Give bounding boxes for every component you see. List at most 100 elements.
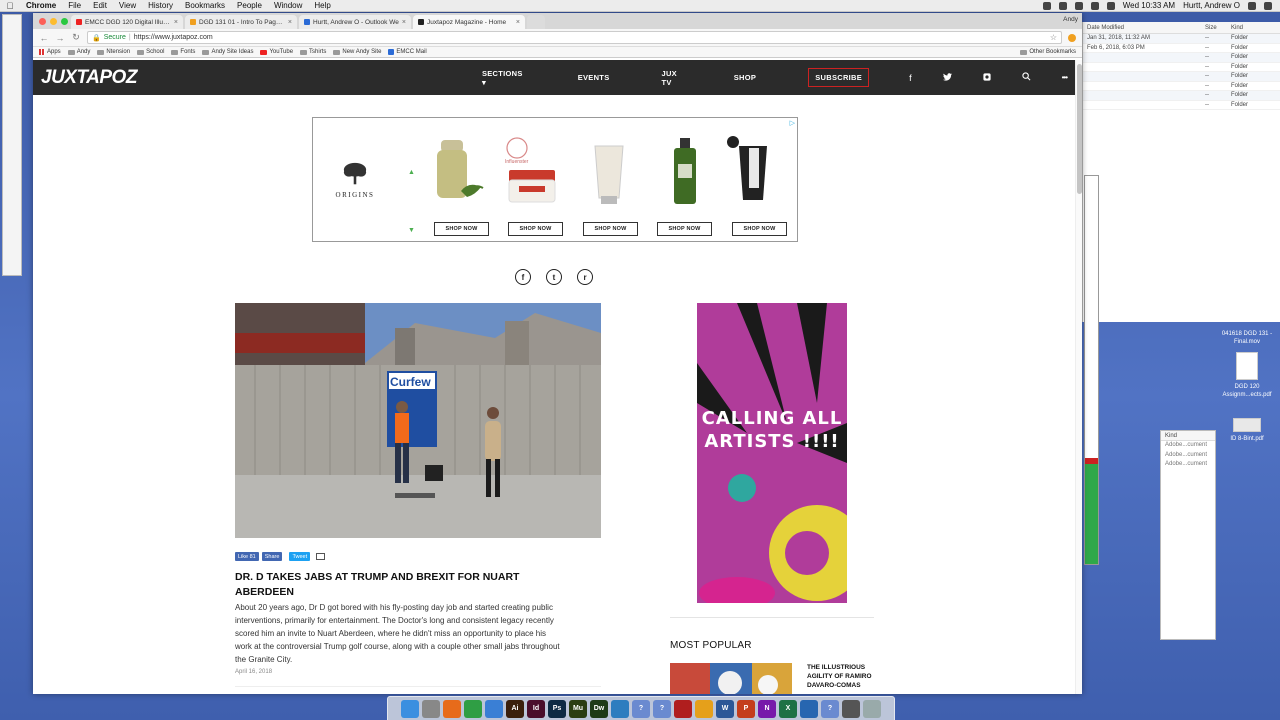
column-date-modified[interactable]: Date Modified [1083, 25, 1201, 31]
finder-row[interactable]: Adobe...cument [1161, 451, 1215, 461]
bookmark-folder[interactable]: Tshirts [300, 49, 326, 55]
trash-icon[interactable] [863, 699, 881, 718]
excel-icon[interactable]: X [779, 699, 797, 718]
dreamweaver-icon[interactable]: Dw [590, 699, 608, 718]
desktop-file-pdf[interactable]: DGD 120 Assignm...ects.pdf [1212, 352, 1280, 399]
bookmark-folder[interactable]: Ntension [97, 49, 130, 55]
instagram-icon[interactable] [982, 72, 991, 83]
ad-carousel-arrows[interactable]: ▲ ▼ [408, 144, 415, 260]
scrollbar-thumb[interactable] [1077, 64, 1082, 194]
menu-bookmarks[interactable]: Bookmarks [179, 1, 231, 10]
address-bar[interactable]: 🔒 Secure | https://www.juxtapoz.com ☆ [87, 31, 1062, 44]
shop-now-button[interactable]: SHOP NOW [508, 222, 563, 236]
preview-icon[interactable] [611, 699, 629, 718]
menu-people[interactable]: People [231, 1, 268, 10]
help-icon[interactable]: ? [653, 699, 671, 718]
help-icon[interactable]: ? [632, 699, 650, 718]
finder-row[interactable]: -- Folder [1083, 82, 1280, 91]
finder-kind-window[interactable]: Kind Adobe...cument Adobe...cument Adobe… [1160, 430, 1216, 640]
finder-row[interactable]: -- Folder [1083, 91, 1280, 101]
finder-row[interactable]: -- Folder [1083, 101, 1280, 110]
menu-file[interactable]: File [62, 1, 87, 10]
more-menu-icon[interactable]: ••• [1062, 73, 1068, 82]
column-kind[interactable]: Kind [1161, 431, 1215, 441]
close-tab-icon[interactable]: × [174, 19, 178, 26]
column-kind[interactable]: Kind [1227, 25, 1247, 31]
twitter-share-icon[interactable]: t [546, 269, 562, 285]
browser-tab-active[interactable]: Juxtapoz Magazine - Home × [413, 15, 525, 29]
muse-icon[interactable]: Mu [569, 699, 587, 718]
background-window-strip[interactable] [1084, 175, 1099, 565]
apple-menu-icon[interactable]:  [0, 1, 20, 11]
finder-row[interactable]: Feb 6, 2018, 6:03 PM -- Folder [1083, 44, 1280, 53]
bookmark-folder[interactable]: School [137, 49, 164, 55]
menu-view[interactable]: View [113, 1, 142, 10]
finder-row[interactable]: -- Folder [1083, 72, 1280, 82]
photos-icon[interactable] [695, 699, 713, 718]
bookmark-folder[interactable]: Andy [67, 49, 90, 55]
word-icon[interactable]: W [716, 699, 734, 718]
shop-now-button[interactable]: SHOP NOW [657, 222, 712, 236]
onenote-icon[interactable]: N [758, 699, 776, 718]
facebook-share-button[interactable]: Share [261, 552, 283, 561]
shop-now-button[interactable]: SHOP NOW [434, 222, 489, 236]
reddit-share-icon[interactable]: r [577, 269, 593, 285]
search-icon[interactable] [1021, 72, 1031, 83]
new-tab-button[interactable] [527, 15, 545, 29]
minimize-window-icon[interactable] [50, 18, 57, 25]
shop-now-button[interactable]: SHOP NOW [732, 222, 787, 236]
screenshot-icon[interactable] [842, 699, 860, 718]
menu-user[interactable]: Hurtt, Andrew O [1183, 1, 1240, 10]
extension-icon[interactable] [1068, 33, 1076, 42]
ad-product-cream[interactable]: Influenster [503, 136, 558, 208]
bookmark-apps[interactable]: Apps [39, 49, 61, 55]
email-share-icon[interactable] [316, 553, 326, 560]
finder-row[interactable]: Adobe...cument [1161, 460, 1215, 470]
menu-window[interactable]: Window [268, 1, 308, 10]
menu-app-name[interactable]: Chrome [20, 1, 62, 10]
sidebar-ad[interactable]: CALLING ALL ARTISTS !!!! [697, 303, 847, 603]
close-tab-icon[interactable]: × [516, 19, 520, 26]
notification-center-icon[interactable] [1264, 1, 1272, 10]
bookmark-emcc-mail[interactable]: EMCC Mail [388, 49, 427, 55]
other-bookmarks[interactable]: Other Bookmarks [1020, 49, 1076, 55]
ad-product-jar[interactable] [431, 136, 486, 208]
finder-list-window[interactable]: Date Modified Size Kind Jan 31, 2018, 11… [1082, 22, 1280, 322]
ad-product-bottle[interactable] [658, 136, 713, 208]
nav-shop[interactable]: SHOP [734, 73, 756, 82]
cloud-icon[interactable] [485, 699, 503, 718]
back-icon[interactable]: ← [39, 33, 49, 43]
powerpoint-icon[interactable]: P [737, 699, 755, 718]
help-icon[interactable]: ? [821, 699, 839, 718]
menu-clock[interactable]: Wed 10:33 AM [1123, 1, 1175, 10]
bookmark-folder[interactable]: New Andy Site [333, 49, 381, 55]
menu-edit[interactable]: Edit [87, 1, 113, 10]
nav-events[interactable]: EVENTS [578, 73, 610, 82]
bookmark-youtube[interactable]: YouTube [260, 49, 293, 55]
popular-article-title[interactable]: THE ILLUSTRIOUS AGILITY OF RAMIRO DAVARO… [807, 663, 887, 690]
close-tab-icon[interactable]: × [402, 19, 406, 26]
close-window-icon[interactable] [39, 18, 46, 25]
firefox-icon[interactable] [443, 699, 461, 718]
status-menu-icon[interactable] [1058, 1, 1067, 10]
shop-now-button[interactable]: SHOP NOW [583, 222, 638, 236]
bookmark-folder[interactable]: Andy Site Ideas [202, 49, 253, 55]
launchpad-icon[interactable] [422, 699, 440, 718]
menu-help[interactable]: Help [308, 1, 336, 10]
twitter-icon[interactable] [942, 72, 952, 83]
reload-icon[interactable]: ↻ [71, 32, 81, 43]
search-icon[interactable] [1248, 1, 1256, 10]
acrobat-icon[interactable] [674, 699, 692, 718]
nav-juxtv[interactable]: JUX TV [662, 69, 682, 87]
indesign-icon[interactable]: Id [527, 699, 545, 718]
photoshop-icon[interactable]: Ps [548, 699, 566, 718]
subscribe-button[interactable]: SUBSCRIBE [808, 68, 870, 87]
forward-icon[interactable]: → [55, 33, 65, 43]
banner-ad[interactable]: ▷ ORIGINS ▲ ▼ Influenster SHOP NOW SHOP … [312, 117, 798, 242]
bookmark-star-icon[interactable]: ☆ [1050, 33, 1057, 42]
wifi-icon[interactable] [1074, 1, 1083, 10]
illustrator-icon[interactable]: Ai [506, 699, 524, 718]
finder-row[interactable]: Jan 31, 2018, 11:32 AM -- Folder [1083, 34, 1280, 44]
site-logo[interactable]: JUXTAPOZ [41, 67, 137, 89]
popular-article-thumbnail[interactable] [670, 663, 792, 694]
